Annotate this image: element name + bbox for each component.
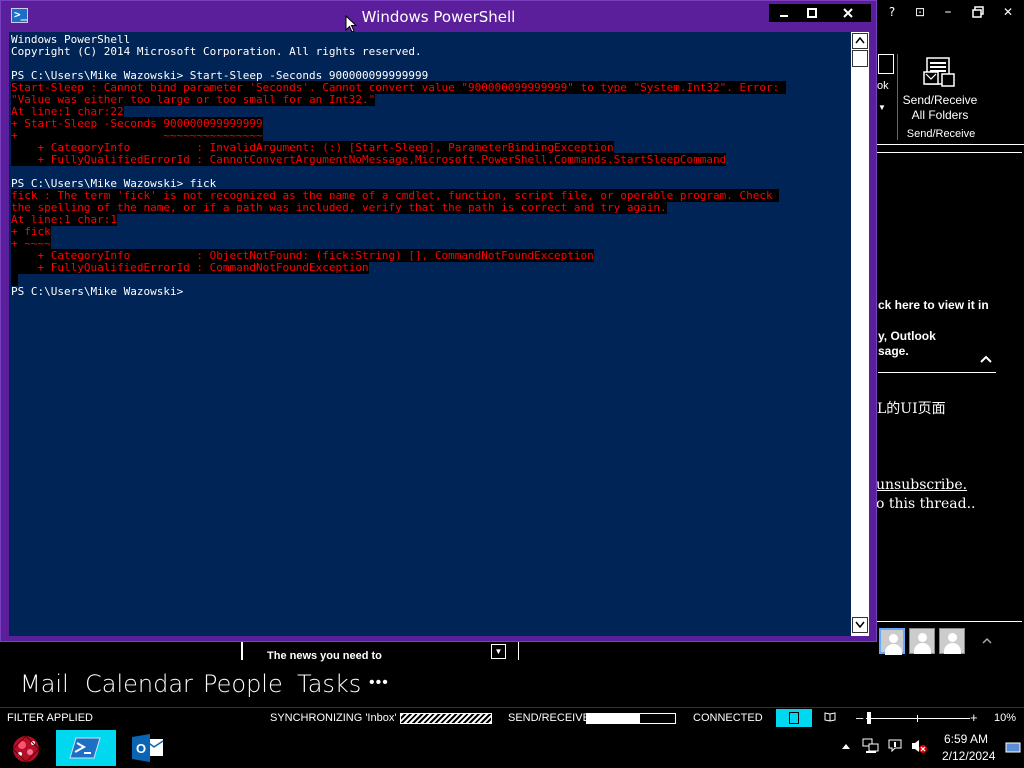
- avatar[interactable]: [939, 628, 965, 654]
- outlook-titlebar: ? ⊡ – ✕: [876, 0, 1024, 24]
- normal-view-button[interactable]: [776, 709, 812, 727]
- reading-pane-text: sage.: [878, 344, 909, 358]
- reading-view-icon[interactable]: [824, 711, 836, 725]
- mouse-cursor-icon: [345, 15, 357, 33]
- restore-button[interactable]: [968, 2, 988, 22]
- divider: [518, 642, 519, 660]
- nav-people[interactable]: People: [203, 670, 283, 698]
- sync-progress-bar: [400, 713, 492, 724]
- console-line: Copyright (C) 2014 Microsoft Corporation…: [11, 45, 422, 58]
- scroll-up-arrow-icon[interactable]: [852, 33, 868, 49]
- collapse-chevron-icon[interactable]: [980, 350, 992, 366]
- nav-more-icon[interactable]: •••: [369, 672, 389, 692]
- powershell-titlebar[interactable]: >_ Windows PowerShell: [1, 1, 876, 31]
- scrollbar-thumb[interactable]: [852, 50, 868, 67]
- connection-status: CONNECTED: [693, 712, 763, 724]
- message-preview-text[interactable]: The news you need to: [267, 650, 382, 662]
- maximize-button[interactable]: [797, 4, 827, 22]
- message-body-text: o this thread..: [876, 496, 976, 512]
- nav-calendar[interactable]: Calendar: [85, 670, 193, 698]
- divider: [878, 372, 996, 373]
- clock-time[interactable]: 6:59 AM: [944, 732, 988, 746]
- zoom-slider-track[interactable]: [866, 718, 970, 719]
- chevron-up-icon[interactable]: [982, 633, 992, 647]
- console-output[interactable]: Windows PowerShell Copyright (C) 2014 Mic…: [9, 32, 851, 636]
- action-center-icon[interactable]: [887, 738, 903, 757]
- powershell-window[interactable]: >_ Windows PowerShell Windows PowerShell…: [0, 0, 877, 642]
- ribbon-group-label: Send/Receive: [906, 128, 976, 140]
- filter-status[interactable]: FILTER APPLIED: [7, 712, 93, 724]
- send-receive-status[interactable]: SEND/RECEIVE: [508, 712, 590, 724]
- reading-pane-text[interactable]: ck here to view it in: [878, 298, 989, 312]
- chevron-down-icon[interactable]: ▼: [878, 103, 886, 112]
- sync-status: SYNCHRONIZING 'Inbox': [270, 712, 397, 724]
- zoom-slider-thumb[interactable]: [867, 712, 871, 724]
- divider: [241, 642, 243, 660]
- outlook-app-icon[interactable]: O: [118, 730, 176, 766]
- minimize-button[interactable]: [769, 4, 799, 22]
- ribbon-display-options-button[interactable]: ⊡: [910, 2, 930, 22]
- close-button[interactable]: [825, 4, 871, 22]
- unsubscribe-link[interactable]: unsubscribe.: [876, 477, 967, 493]
- show-hidden-icons-button[interactable]: [842, 740, 850, 752]
- svg-text:O: O: [136, 741, 146, 756]
- network-icon[interactable]: [862, 738, 880, 757]
- zoom-out-button[interactable]: –: [856, 710, 863, 725]
- reading-pane: [876, 152, 1022, 622]
- people-pane: [879, 628, 969, 655]
- avatar[interactable]: [909, 628, 935, 654]
- volume-muted-icon[interactable]: [910, 738, 928, 757]
- console-line: PS C:\Users\Mike Wazowski>: [11, 285, 184, 298]
- ruby-app-icon[interactable]: [0, 730, 58, 766]
- send-receive-all-button-label-2[interactable]: All Folders: [900, 108, 980, 122]
- nav-mail[interactable]: Mail: [20, 670, 69, 698]
- zoom-level[interactable]: 10%: [994, 712, 1016, 724]
- scroll-down-arrow-icon[interactable]: [852, 617, 868, 633]
- window-title: Windows PowerShell: [361, 8, 516, 26]
- clock-date[interactable]: 2/12/2024: [942, 749, 995, 763]
- close-button[interactable]: ✕: [998, 2, 1018, 22]
- status-bar: FILTER APPLIED SYNCHRONIZING 'Inbox' SEN…: [0, 707, 1024, 727]
- help-button[interactable]: ?: [882, 2, 902, 22]
- taskbar: O 6:59 AM 2/12/2024: [0, 728, 1024, 768]
- console-error-line: + FullyQualifiedErrorId : CannotConvertA…: [11, 153, 727, 166]
- desktop: ? ⊡ – ✕ ok ▼ Send/Receive All Folders Se…: [0, 0, 1024, 768]
- send-receive-progress-bar: [586, 713, 676, 724]
- zoom-in-button[interactable]: +: [970, 710, 978, 725]
- powershell-app-icon[interactable]: [56, 730, 116, 766]
- message-body-text: L的UI页面: [877, 401, 946, 417]
- zoom-slider-tick: [917, 715, 918, 722]
- send-receive-icon[interactable]: [922, 56, 956, 90]
- dropdown-arrow-icon[interactable]: ▼: [491, 644, 506, 659]
- console-error-line: + FullyQualifiedErrorId : CommandNotFoun…: [11, 261, 369, 274]
- avatar[interactable]: [879, 628, 905, 655]
- ribbon-partial-label: ok: [877, 80, 889, 92]
- reading-pane-text: y, Outlook: [878, 329, 936, 343]
- navigation-bar: Mail Calendar People Tasks •••: [0, 664, 1024, 706]
- nav-tasks[interactable]: Tasks: [297, 670, 361, 698]
- ribbon-partial-control[interactable]: [878, 54, 894, 74]
- vertical-scrollbar[interactable]: [851, 32, 869, 636]
- show-desktop-icon[interactable]: [1005, 742, 1021, 757]
- minimize-button[interactable]: –: [938, 2, 958, 22]
- send-receive-all-button-label[interactable]: Send/Receive: [900, 93, 980, 107]
